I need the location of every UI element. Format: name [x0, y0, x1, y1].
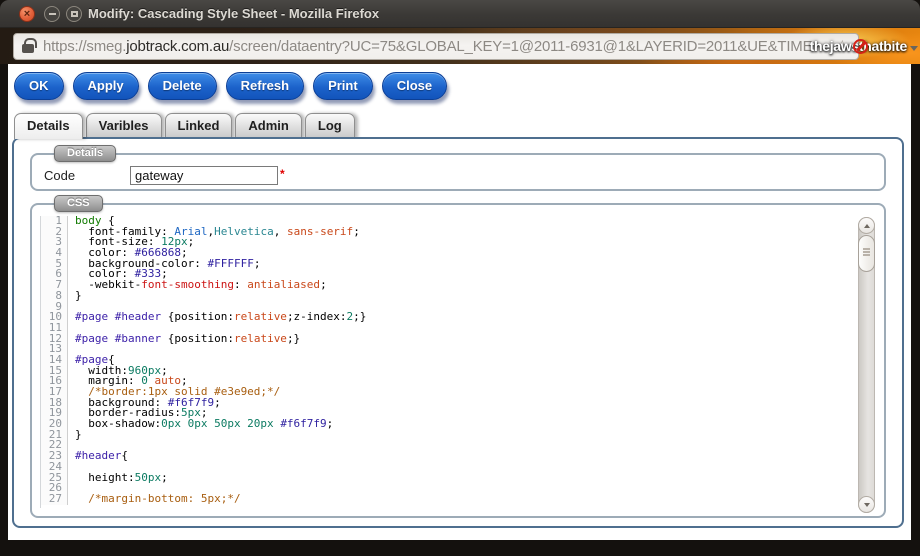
code-line: 10#page #header {position:relative;z-ind…: [41, 312, 850, 323]
scroll-down-button[interactable]: [858, 496, 875, 513]
scrollbar-grip: [863, 251, 870, 253]
code-line: 13: [41, 344, 850, 355]
tab-details[interactable]: Details: [14, 113, 83, 139]
tab-linked[interactable]: Linked: [165, 113, 233, 139]
window-close-button[interactable]: ×: [19, 6, 35, 22]
page-content: OK Apply Delete Refresh Print Close Deta…: [8, 64, 911, 540]
close-button[interactable]: Close: [382, 72, 447, 100]
css-legend: CSS: [54, 195, 103, 212]
code-text: /*margin-bottom: 5px;*/: [68, 494, 241, 505]
code-line: 27 /*margin-bottom: 5px;*/: [41, 494, 850, 505]
details-legend: Details: [54, 145, 116, 162]
maximize-icon: [71, 11, 78, 17]
apply-button[interactable]: Apply: [73, 72, 139, 100]
tab-log[interactable]: Log: [305, 113, 355, 139]
url-domain: jobtrack.com.au: [126, 38, 229, 55]
arrow-up-icon: [864, 224, 870, 228]
code-line: 22: [41, 440, 850, 451]
code-line: 23#header{: [41, 451, 850, 462]
code-text: [68, 483, 75, 494]
refresh-button[interactable]: Refresh: [226, 72, 304, 100]
window-title: Modify: Cascading Style Sheet - Mozilla …: [88, 6, 379, 21]
scroll-up-button[interactable]: [858, 217, 875, 234]
tab-varibles[interactable]: Varibles: [86, 113, 162, 139]
code-label: Code: [44, 168, 130, 183]
minimize-icon: [49, 13, 56, 15]
code-text: [68, 323, 75, 334]
code-lines: 1body {2 font-family: Arial,Helvetica, s…: [41, 216, 850, 505]
details-fieldset: Details Code *: [30, 153, 886, 191]
url-bar[interactable]: https://smeg.jobtrack.com.au/screen/data…: [13, 33, 859, 60]
window-titlebar: × Modify: Cascading Style Sheet - Mozill…: [0, 0, 920, 28]
line-number: 27: [41, 494, 68, 505]
css-fieldset: CSS 1body {2 font-family: Arial,Helvetic…: [30, 203, 886, 518]
code-field-row: Code *: [32, 155, 884, 185]
window-minimize-button[interactable]: [44, 6, 60, 22]
editor-scrollbar[interactable]: [858, 217, 875, 513]
action-button-row: OK Apply Delete Refresh Print Close: [14, 72, 447, 100]
code-line: 21}: [41, 430, 850, 441]
url-prefix: https://smeg.: [43, 38, 126, 55]
ok-button[interactable]: OK: [14, 72, 64, 100]
window-maximize-button[interactable]: [66, 6, 82, 22]
code-text: -webkit-font-smoothing: antialiased;: [68, 280, 327, 291]
tab-row: Details Varibles Linked Admin Log: [14, 113, 355, 139]
code-input[interactable]: [130, 166, 278, 185]
required-marker: *: [280, 167, 285, 181]
lock-icon: [22, 44, 34, 53]
browser-toolbar: https://smeg.jobtrack.com.au/screen/data…: [0, 28, 920, 64]
scrollbar-thumb[interactable]: [858, 235, 875, 272]
delete-button[interactable]: Delete: [148, 72, 217, 100]
code-text: #header{: [68, 451, 128, 462]
code-line: 12#page #banner {position:relative;}: [41, 334, 850, 345]
code-text: }: [68, 291, 82, 302]
code-text: [68, 302, 75, 313]
code-text: [68, 440, 75, 451]
prohibition-icon: [853, 39, 868, 54]
tab-admin[interactable]: Admin: [235, 113, 301, 139]
tab-panel: Details Code * CSS 1body {2 font-family:…: [12, 137, 904, 528]
url-path: /screen/dataentry?UC=75&GLOBAL_KEY=1@201…: [229, 38, 812, 55]
css-code-editor[interactable]: 1body {2 font-family: Arial,Helvetica, s…: [40, 216, 850, 508]
code-text: height:50px;: [68, 473, 168, 484]
code-text: [68, 344, 75, 355]
code-line: 20 box-shadow:0px 0px 50px 20px #f6f7f9;: [41, 419, 850, 430]
code-text: #page #banner {position:relative;}: [68, 334, 300, 345]
code-text: box-shadow:0px 0px 50px 20px #f6f7f9;: [68, 419, 333, 430]
code-text: }: [68, 430, 82, 441]
code-text: #page #header {position:relative;z-index…: [68, 312, 366, 323]
url-text[interactable]: https://smeg.jobtrack.com.au/screen/data…: [43, 38, 829, 55]
print-button[interactable]: Print: [313, 72, 373, 100]
code-text: [68, 462, 75, 473]
code-line: 25 height:50px;: [41, 473, 850, 484]
code-line: 8}: [41, 291, 850, 302]
chevron-down-icon[interactable]: [910, 46, 918, 51]
arrow-down-icon: [864, 503, 870, 507]
code-line: 7 -webkit-font-smoothing: antialiased;: [41, 280, 850, 291]
